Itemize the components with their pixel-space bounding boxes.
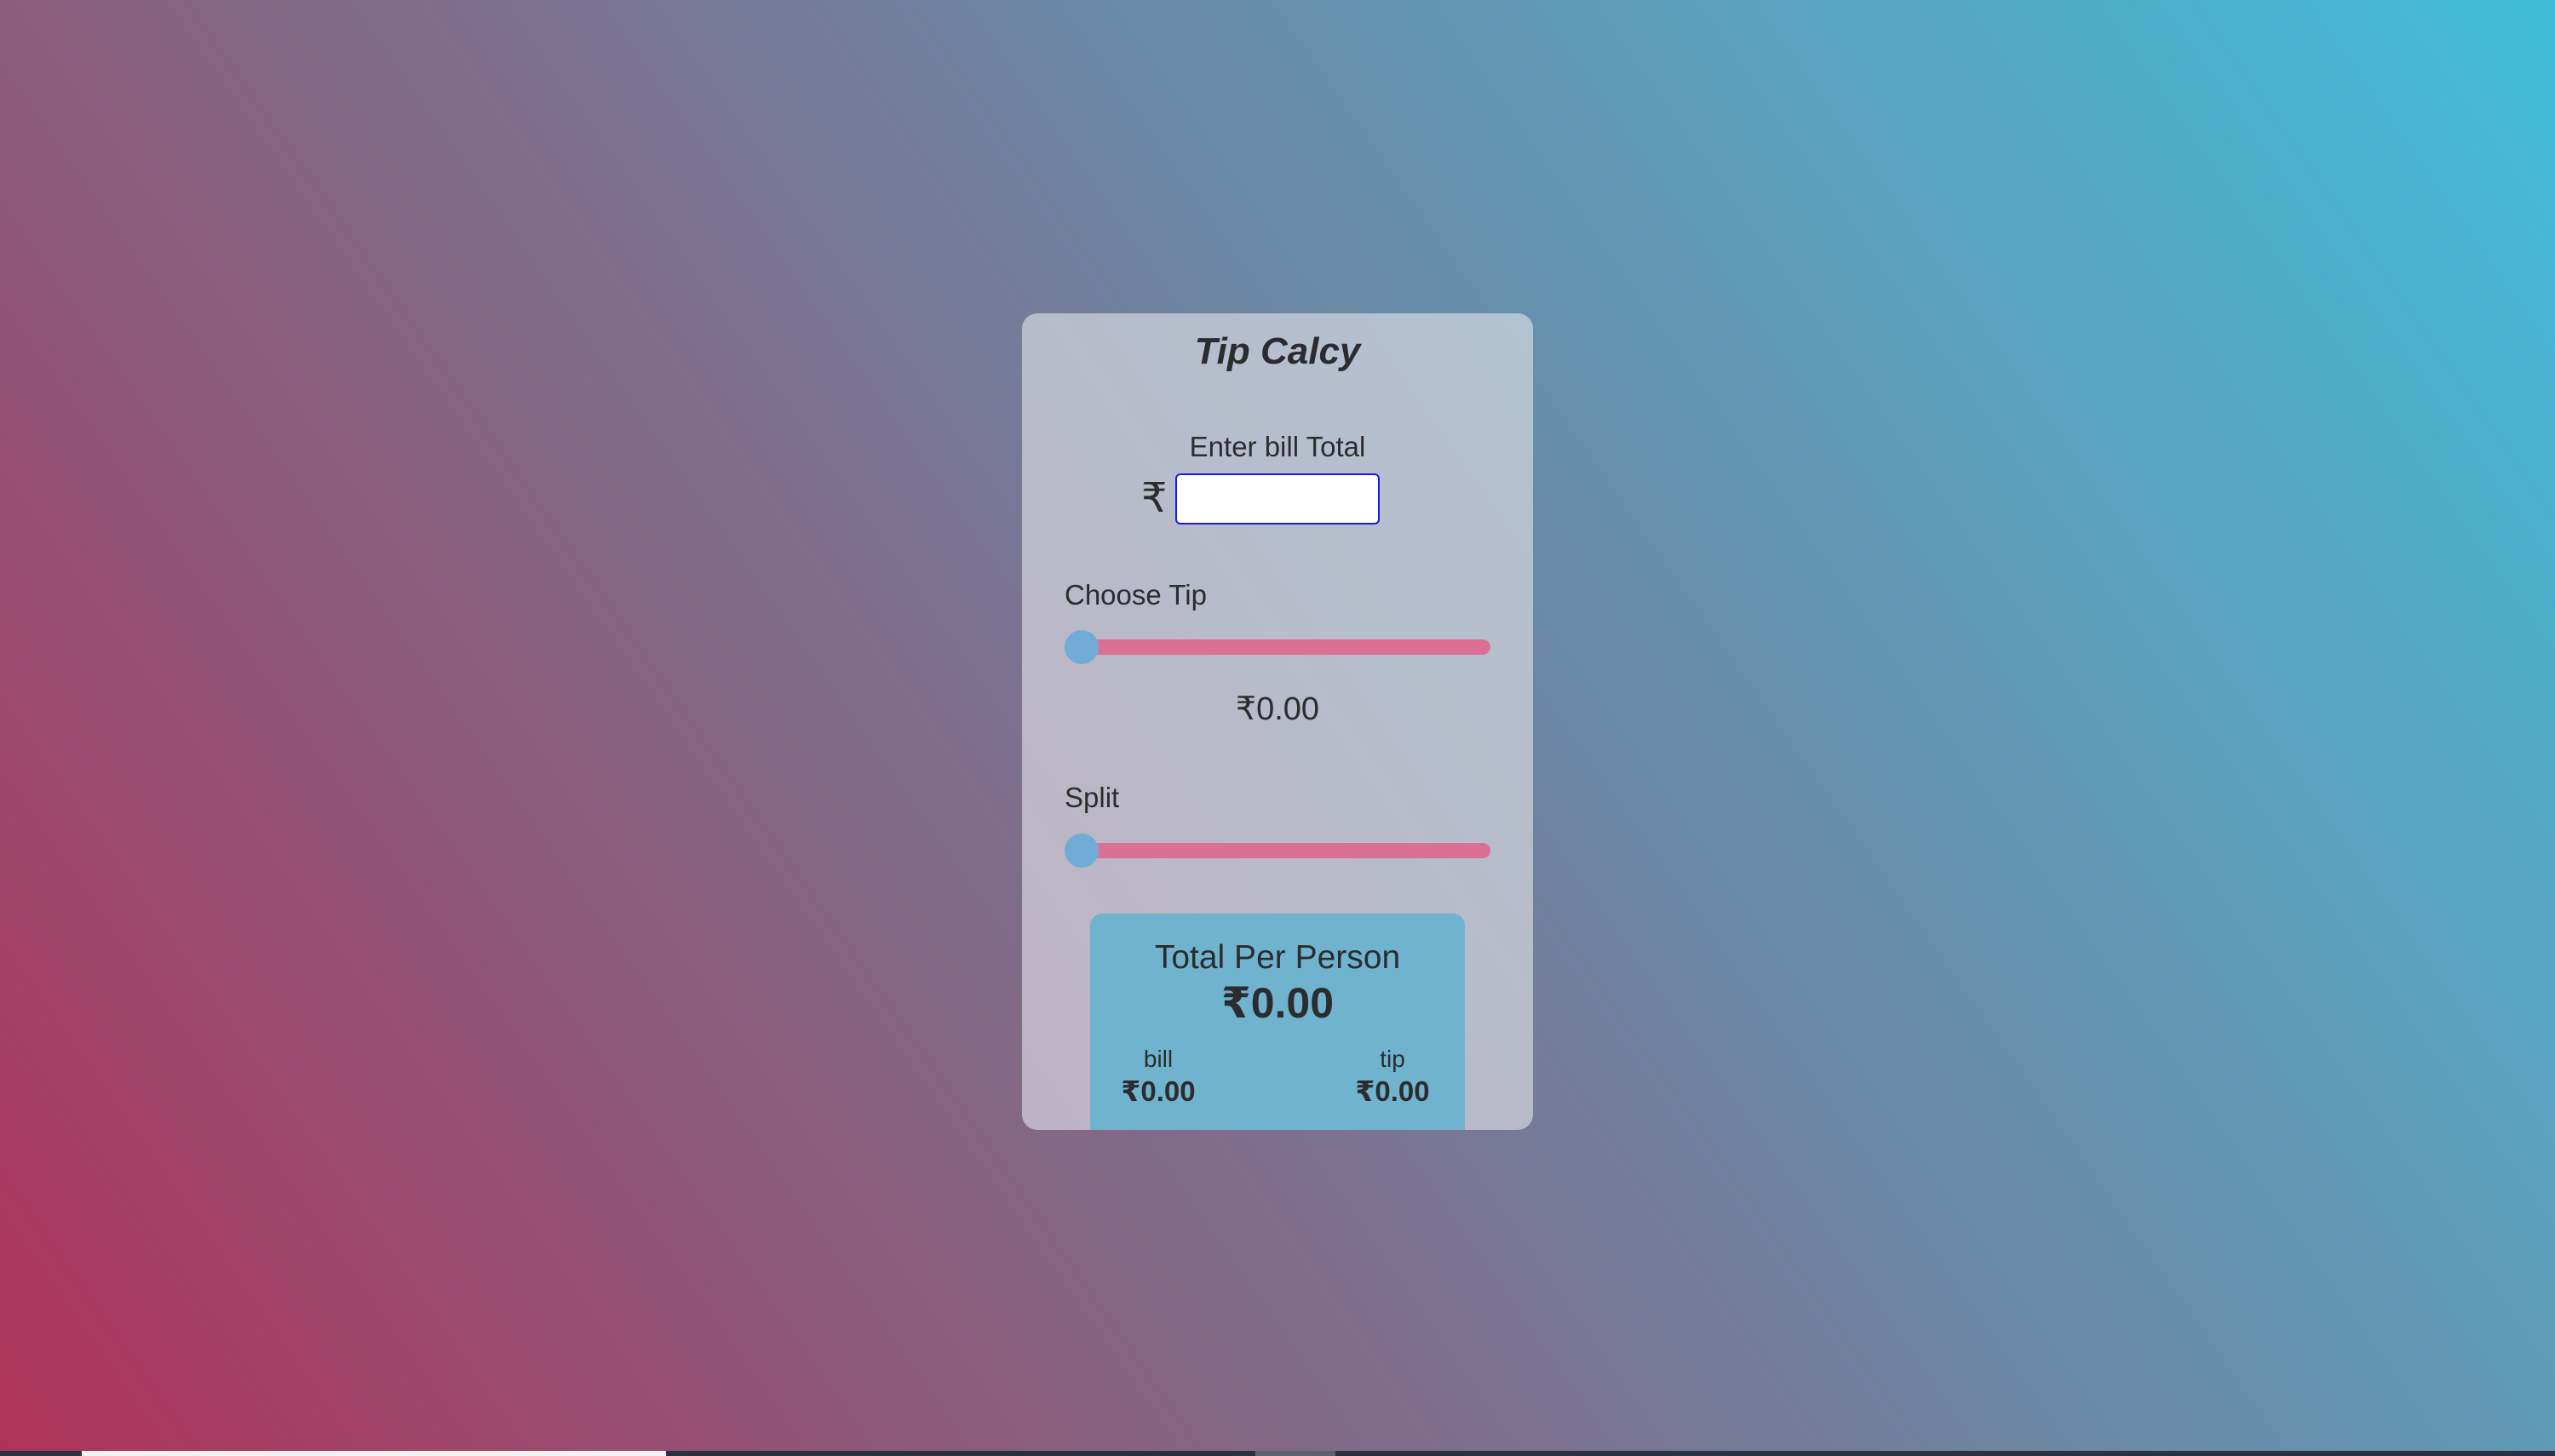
bill-total-input[interactable] bbox=[1175, 473, 1380, 525]
choose-tip-label: Choose Tip bbox=[1065, 579, 1207, 610]
split-slider-track[interactable] bbox=[1065, 843, 1490, 858]
bill-breakdown: bill ₹0.00 bbox=[1107, 1046, 1209, 1108]
taskbar-segment bbox=[1255, 1451, 1335, 1456]
total-per-person-label: Total Per Person bbox=[1154, 939, 1401, 976]
taskbar-active-segment bbox=[82, 1451, 666, 1456]
split-label: Split bbox=[1065, 782, 1120, 813]
bill-breakdown-value: ₹0.00 bbox=[1121, 1075, 1196, 1107]
tip-slider[interactable] bbox=[1065, 628, 1490, 664]
split-slider-thumb[interactable] bbox=[1065, 834, 1099, 868]
split-slider[interactable] bbox=[1065, 832, 1490, 868]
tip-breakdown: tip ₹0.00 bbox=[1341, 1046, 1444, 1108]
tip-slider-track[interactable] bbox=[1065, 639, 1490, 655]
bill-total-label: Enter bill Total bbox=[1189, 431, 1366, 462]
tip-breakdown-label: tip bbox=[1380, 1046, 1405, 1072]
tip-amount-display: ₹0.00 bbox=[1235, 691, 1320, 727]
bottom-taskbar-strip bbox=[0, 1451, 2555, 1456]
total-per-person-panel: Total Per Person ₹0.00 bill ₹0.00 tip ₹0… bbox=[1090, 914, 1465, 1130]
tip-slider-thumb[interactable] bbox=[1065, 630, 1099, 664]
total-per-person-value: ₹0.00 bbox=[1220, 979, 1335, 1027]
tip-calculator-card: Tip Calcy Enter bill Total ₹ Choose Tip … bbox=[1022, 313, 1533, 1130]
bill-breakdown-label: bill bbox=[1143, 1046, 1174, 1072]
app-title: Tip Calcy bbox=[1194, 330, 1361, 372]
rupee-icon: ₹ bbox=[1141, 476, 1168, 521]
tip-breakdown-value: ₹0.00 bbox=[1355, 1075, 1430, 1107]
